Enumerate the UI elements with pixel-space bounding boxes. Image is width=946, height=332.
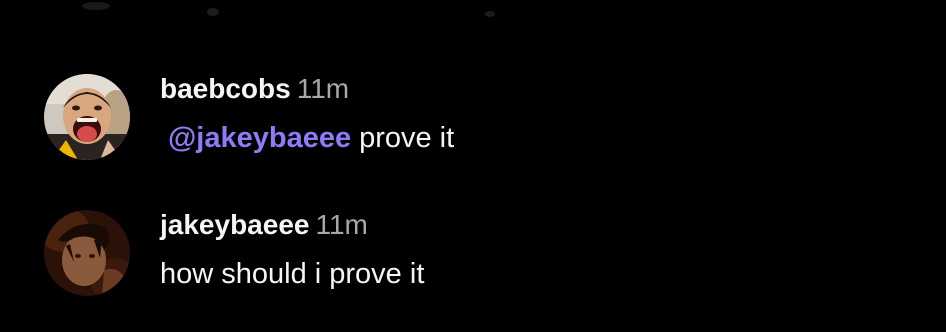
comment-body: prove it (359, 122, 455, 154)
username-link[interactable]: baebcobs (160, 73, 291, 104)
comment-header: baebcobs 11m (160, 72, 349, 106)
username-link[interactable]: jakeybaeee (160, 209, 309, 240)
user-avatar[interactable] (44, 210, 130, 296)
comment-header: jakeybaeee 11m (160, 208, 368, 242)
dark-portrait-avatar-icon (44, 210, 130, 296)
comment-row: jakeybaeee 11m how should i prove it (0, 206, 946, 316)
previous-row-fragment (82, 2, 495, 17)
user-avatar[interactable] (44, 74, 130, 160)
comment-timestamp: 11m (315, 209, 368, 240)
comment-row: baebcobs 11m @jakeybaeee prove it (0, 70, 946, 180)
laughing-face-avatar-icon (44, 74, 130, 160)
comment-timestamp: 11m (296, 73, 350, 104)
comment-text: @jakeybaeee prove it (160, 120, 454, 156)
mention-link[interactable]: @jakeybaeee (168, 122, 351, 154)
comment-text: how should i prove it (160, 256, 424, 292)
comment-body: how should i prove it (160, 258, 425, 290)
